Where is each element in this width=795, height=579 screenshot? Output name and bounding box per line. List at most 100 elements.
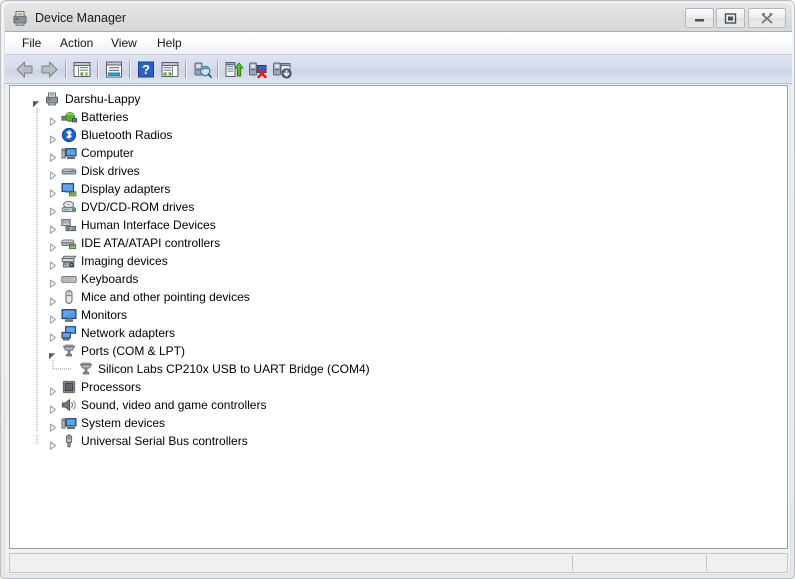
expander-collapsed-icon[interactable] [48, 221, 57, 234]
menu-action[interactable]: Action [53, 35, 100, 52]
disable-device-icon[interactable] [247, 59, 269, 80]
title-bar[interactable]: Device Manager [5, 5, 792, 32]
tree-connector [36, 396, 38, 414]
tree-connector [36, 288, 38, 306]
tree-label: Computer [81, 146, 134, 160]
usb-controller-icon [61, 433, 77, 449]
tree-node-dvd-cdrom-drives[interactable]: DVD/CD-ROM drives [10, 198, 787, 216]
menu-view[interactable]: View [104, 35, 144, 52]
bluetooth-icon [61, 127, 77, 143]
computer-root-icon [45, 91, 61, 107]
tree-node-imaging-devices[interactable]: Imaging devices [10, 252, 787, 270]
tree-node-keyboards[interactable]: Keyboards [10, 270, 787, 288]
tree-node-system-devices[interactable]: System devices [10, 414, 787, 432]
expander-collapsed-icon[interactable] [48, 203, 57, 216]
expander-collapsed-icon[interactable] [48, 419, 57, 432]
expander-collapsed-icon[interactable] [48, 401, 57, 414]
tree-node-usb-controllers[interactable]: Universal Serial Bus controllers [10, 432, 787, 450]
close-button[interactable] [748, 8, 786, 28]
show-hide-pane-icon[interactable] [159, 59, 181, 80]
expander-collapsed-icon[interactable] [48, 293, 57, 306]
tree-connector [36, 270, 38, 288]
tree-connector [36, 180, 38, 198]
device-tree: Darshu-Lappy Batteries Bluetooth Radios … [10, 90, 787, 450]
expander-collapsed-icon[interactable] [48, 239, 57, 252]
tree-connector [36, 198, 38, 216]
tree-node-ports[interactable]: Ports (COM & LPT) [10, 342, 787, 360]
uninstall-device-icon[interactable] [271, 59, 293, 80]
expander-collapsed-icon[interactable] [48, 275, 57, 288]
tree-label: Ports (COM & LPT) [81, 344, 186, 358]
expander-collapsed-icon[interactable] [48, 185, 57, 198]
tree-connector [36, 252, 38, 270]
toolbar-separator-5 [217, 61, 219, 78]
expander-collapsed-icon[interactable] [48, 383, 57, 396]
tree-node-monitors[interactable]: Monitors [10, 306, 787, 324]
display-adapter-icon [61, 181, 77, 197]
expander-collapsed-icon[interactable] [48, 113, 57, 126]
expander-expanded-icon[interactable] [32, 95, 41, 108]
device-manager-window: Device Manager File Action View Help ? D… [0, 0, 795, 579]
maximize-button[interactable] [716, 8, 745, 28]
disk-drive-icon [61, 163, 77, 179]
tree-label: Sound, video and game controllers [81, 398, 267, 412]
expander-collapsed-icon[interactable] [48, 149, 57, 162]
tree-label: Disk drives [81, 164, 140, 178]
hid-icon [61, 217, 77, 233]
imaging-device-icon [61, 253, 77, 269]
tree-label: Display adapters [81, 182, 171, 196]
device-tree-panel[interactable]: Darshu-Lappy Batteries Bluetooth Radios … [9, 85, 788, 549]
tree-label: IDE ATA/ATAPI controllers [81, 236, 221, 250]
back-icon[interactable] [14, 59, 36, 80]
tree-node-network-adapters[interactable]: Network adapters [10, 324, 787, 342]
window-title: Device Manager [35, 11, 127, 25]
tree-connector [36, 306, 38, 324]
tree-node-sound-video-game-controllers[interactable]: Sound, video and game controllers [10, 396, 787, 414]
expander-collapsed-icon[interactable] [48, 437, 57, 450]
computer-icon [61, 145, 77, 161]
tree-connector-last [36, 432, 38, 450]
expander-collapsed-icon[interactable] [48, 257, 57, 270]
tree-node-ide-controllers[interactable]: IDE ATA/ATAPI controllers [10, 234, 787, 252]
tree-node-root[interactable]: Darshu-Lappy [10, 90, 787, 108]
toolbar: ? [5, 55, 792, 84]
tree-label: Monitors [81, 308, 128, 322]
expander-collapsed-icon[interactable] [48, 131, 57, 144]
update-driver-icon[interactable] [223, 59, 245, 80]
system-device-icon [61, 415, 77, 431]
tree-node-silicon-labs-cp210x[interactable]: Silicon Labs CP210x USB to UART Bridge (… [10, 360, 787, 378]
properties-icon[interactable] [103, 59, 125, 80]
tree-node-computer[interactable]: Computer [10, 144, 787, 162]
scan-hardware-changes-icon[interactable] [191, 59, 213, 80]
tree-node-display-adapters[interactable]: Display adapters [10, 180, 787, 198]
tree-connector [36, 414, 38, 432]
toolbar-separator-2 [97, 61, 99, 78]
tree-node-processors[interactable]: Processors [10, 378, 787, 396]
menu-help[interactable]: Help [150, 35, 189, 52]
expander-collapsed-icon[interactable] [48, 311, 57, 324]
tree-label: DVD/CD-ROM drives [81, 200, 195, 214]
monitor-icon [61, 307, 77, 323]
tree-label: Mice and other pointing devices [81, 290, 250, 304]
tree-node-batteries[interactable]: Batteries [10, 108, 787, 126]
expander-collapsed-icon[interactable] [48, 167, 57, 180]
status-divider-1 [572, 555, 573, 571]
expander-expanded-icon[interactable] [48, 347, 57, 360]
battery-icon [61, 109, 77, 125]
tree-node-disk-drives[interactable]: Disk drives [10, 162, 787, 180]
tree-node-bluetooth-radios[interactable]: Bluetooth Radios [10, 126, 787, 144]
tree-node-mice-pointing-devices[interactable]: Mice and other pointing devices [10, 288, 787, 306]
help-icon[interactable]: ? [135, 59, 157, 80]
expander-collapsed-icon[interactable] [48, 329, 57, 342]
forward-icon[interactable] [38, 59, 60, 80]
tree-label-device: Silicon Labs CP210x USB to UART Bridge (… [98, 362, 370, 376]
toolbar-separator-1 [65, 61, 67, 78]
show-hide-tree-icon[interactable] [71, 59, 93, 80]
minimize-button[interactable] [685, 8, 714, 28]
svg-text:?: ? [142, 62, 150, 77]
tree-node-human-interface-devices[interactable]: Human Interface Devices [10, 216, 787, 234]
tree-label: Batteries [81, 110, 129, 124]
toolbar-separator-3 [129, 61, 131, 78]
menu-file[interactable]: File [15, 35, 48, 52]
tree-connector [36, 360, 38, 378]
